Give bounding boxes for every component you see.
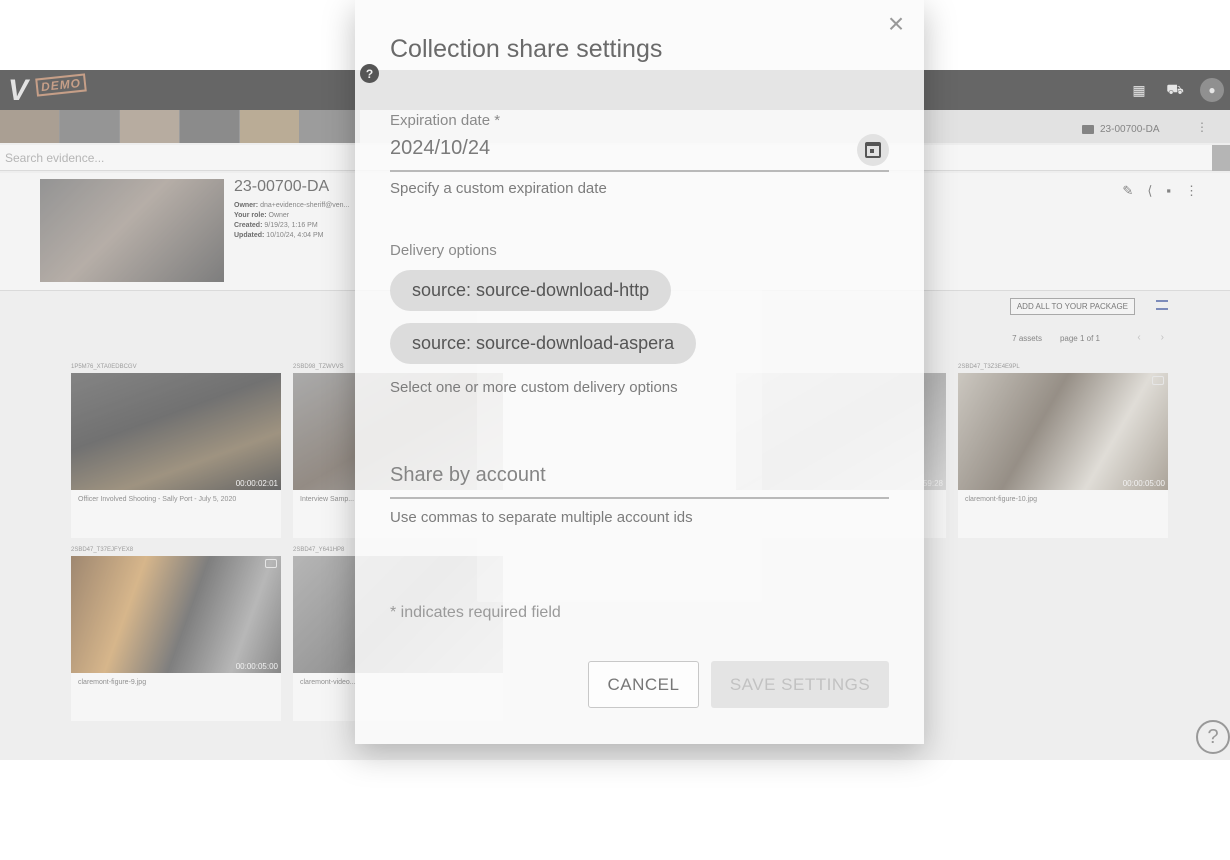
collection-share-settings-dialog: Collection share settings × ? Expiration… xyxy=(355,0,924,744)
expiration-date-helper: Specify a custom expiration date xyxy=(390,180,607,197)
expiration-date-underline xyxy=(390,170,889,172)
delivery-options-label: Delivery options xyxy=(390,242,497,259)
calendar-icon xyxy=(865,142,881,158)
share-by-account-helper: Use commas to separate multiple account … xyxy=(390,509,693,526)
share-by-account-input[interactable]: Share by account xyxy=(390,464,889,494)
delivery-chip-aspera[interactable]: source: source-download-aspera xyxy=(390,323,697,364)
required-field-note: * indicates required field xyxy=(390,604,561,621)
delivery-options-helper: Select one or more custom delivery optio… xyxy=(390,379,678,396)
expiration-date-field[interactable]: 2024/10/24 xyxy=(390,137,490,160)
help-fab-icon[interactable]: ? xyxy=(1196,720,1230,754)
delivery-chip-http[interactable]: source: source-download-http xyxy=(390,270,672,311)
calendar-picker-button[interactable] xyxy=(857,134,889,166)
share-by-account-underline xyxy=(390,497,889,499)
help-icon[interactable]: ? xyxy=(360,64,379,83)
close-icon[interactable]: × xyxy=(882,10,910,38)
expiration-date-label: Expiration date * xyxy=(390,112,501,129)
save-settings-button[interactable]: SAVE SETTINGS xyxy=(711,661,889,708)
dialog-title: Collection share settings xyxy=(390,35,663,63)
cancel-button[interactable]: CANCEL xyxy=(588,661,699,708)
